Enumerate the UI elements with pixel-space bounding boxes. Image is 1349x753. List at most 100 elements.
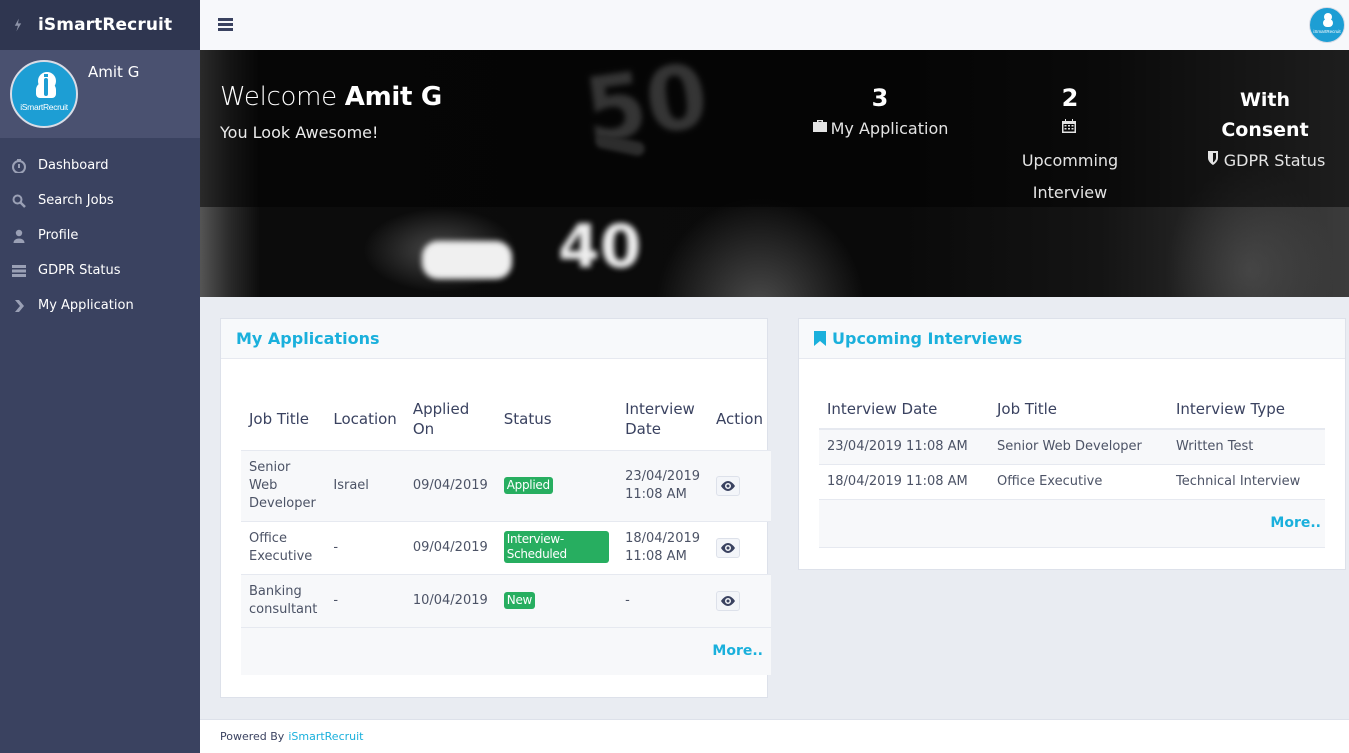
column-header[interactable]: Status — [496, 389, 617, 450]
job-title: Office Executive — [997, 474, 1103, 489]
card-title: My Applications — [236, 329, 380, 348]
sidebar-item-label: My Application — [38, 298, 134, 313]
column-header[interactable]: Location — [325, 389, 404, 450]
welcome-name: Amit G — [344, 82, 442, 112]
welcome-prefix: Welcome — [220, 82, 345, 112]
interview-date: 18/04/2019 11:08 AM — [625, 530, 701, 564]
applied-on: 09/04/2019 — [412, 539, 488, 555]
stat-value: With Consent — [1221, 89, 1309, 141]
calendar-icon — [1061, 113, 1080, 145]
view-application-button[interactable] — [716, 475, 741, 496]
upcoming-interviews-card: Upcoming Interviews Interview Date Job T… — [798, 318, 1346, 570]
welcome-heading: Welcome Amit G — [220, 82, 442, 112]
table-header-row: Interview Date Job Title Interview Type — [819, 389, 1325, 429]
welcome-tagline: You Look Awesome! — [220, 123, 379, 142]
table-row: 23/04/2019 11:08 AM Senior Web Developer… — [819, 429, 1325, 464]
status-badge: Interview-Scheduled — [503, 531, 610, 563]
sidebar-item-label: Dashboard — [38, 158, 109, 173]
stat-label: GDPR Status — [1223, 151, 1326, 170]
user-panel: iSmartRecruit Amit G — [0, 50, 200, 138]
column-header[interactable]: Interview Date — [617, 389, 708, 450]
status-badge: Applied — [503, 476, 553, 494]
user-name: Amit G — [88, 63, 140, 81]
sidebar-item-label: GDPR Status — [38, 263, 121, 278]
sidebar: iSmartRecruit iSmartRecruit Amit G Dashb… — [0, 0, 200, 753]
chevron-right-icon — [12, 299, 26, 313]
stat-my-application[interactable]: 3 My Application — [810, 83, 950, 145]
table-row: Senior Web Developer Israel 09/04/2019 A… — [241, 450, 771, 521]
table-row: Banking consultant - 10/04/2019 New - — [241, 574, 771, 627]
applications-table: Job Title Location Applied On Status Int… — [241, 389, 771, 675]
applied-on: 10/04/2019 — [412, 592, 488, 608]
stat-gdpr-status[interactable]: With Consent GDPR Status — [1195, 85, 1335, 177]
interview-date: 18/04/2019 11:08 AM — [827, 474, 968, 489]
interview-type: Written Test — [1176, 439, 1254, 455]
footer-text: Powered By — [220, 730, 285, 743]
interviews-table: Interview Date Job Title Interview Type … — [819, 389, 1325, 548]
location: Israel — [333, 477, 369, 493]
bolt-icon — [14, 17, 24, 33]
interview-date: - — [625, 592, 630, 608]
eye-icon — [721, 480, 736, 491]
job-title: Office Executive — [249, 530, 313, 564]
avatar[interactable]: iSmartRecruit — [10, 60, 78, 128]
interview-type: Technical Interview — [1176, 474, 1301, 489]
table-row: 18/04/2019 11:08 AM Office Executive Tec… — [819, 464, 1325, 499]
stat-upcoming-interview[interactable]: 2 Upcomming Interview — [1005, 83, 1135, 209]
brand[interactable]: iSmartRecruit — [0, 0, 200, 50]
avatar-logo-text: iSmartRecruit — [20, 102, 68, 112]
sidebar-item-search-jobs[interactable]: Search Jobs — [0, 183, 200, 218]
top-bar: iSmartRecruit — [200, 0, 1349, 50]
stopwatch-icon — [12, 158, 26, 173]
footer: Powered By iSmartRecruit — [200, 719, 1349, 753]
menu-toggle-icon[interactable] — [218, 18, 233, 31]
eye-icon — [721, 542, 736, 553]
sidebar-item-label: Profile — [38, 228, 79, 243]
footer-link[interactable]: iSmartRecruit — [288, 730, 363, 743]
sidebar-item-my-application[interactable]: My Application — [0, 288, 200, 323]
column-header[interactable]: Action — [708, 389, 771, 450]
banner-decoration: 40 — [558, 212, 642, 282]
status-badge: New — [503, 591, 536, 609]
column-header[interactable]: Interview Date — [819, 389, 989, 429]
user-menu-avatar[interactable]: iSmartRecruit — [1309, 7, 1345, 43]
card-header: My Applications — [221, 319, 767, 359]
app-name: iSmartRecruit — [38, 15, 173, 35]
job-title: Banking consultant — [249, 583, 318, 617]
interview-date: 23/04/2019 11:08 AM — [827, 439, 968, 455]
column-header[interactable]: Job Title — [989, 389, 1168, 429]
more-row: More.. — [819, 499, 1325, 547]
sidebar-item-dashboard[interactable]: Dashboard — [0, 148, 200, 183]
stat-value: 2 — [1061, 84, 1079, 112]
interview-date: 23/04/2019 11:08 AM — [625, 468, 701, 502]
stat-value: 3 — [871, 84, 889, 112]
eye-icon — [721, 595, 736, 606]
avatar-logo-text: iSmartRecruit — [1313, 29, 1341, 34]
column-header[interactable]: Interview Type — [1168, 389, 1325, 429]
briefcase-icon — [812, 113, 831, 145]
column-header[interactable]: Job Title — [241, 389, 325, 450]
column-header[interactable]: Applied On — [405, 389, 496, 450]
search-icon — [12, 194, 26, 208]
sidebar-item-gdpr-status[interactable]: GDPR Status — [0, 253, 200, 288]
shield-icon — [1205, 145, 1224, 177]
more-row: More.. — [241, 627, 771, 675]
welcome-banner: 50 40 Welcome Amit G You Look Awesome! 3… — [200, 50, 1349, 297]
sidebar-nav: Dashboard Search Jobs Profile GDPR Statu… — [0, 138, 200, 323]
view-application-button[interactable] — [716, 590, 741, 611]
sidebar-item-profile[interactable]: Profile — [0, 218, 200, 253]
banner-decoration — [422, 241, 512, 279]
user-icon — [12, 229, 26, 243]
bookmark-icon — [814, 331, 826, 346]
view-application-button[interactable] — [716, 537, 741, 558]
location: - — [333, 539, 339, 555]
job-title: Senior Web Developer — [997, 439, 1142, 455]
job-title: Senior Web Developer — [249, 459, 316, 511]
more-applications-link[interactable]: More.. — [712, 643, 763, 659]
sidebar-item-label: Search Jobs — [38, 193, 114, 208]
more-interviews-link[interactable]: More.. — [1270, 515, 1321, 531]
location: - — [333, 592, 339, 608]
card-title: Upcoming Interviews — [832, 329, 1023, 348]
applied-on: 09/04/2019 — [412, 477, 488, 493]
stat-label: Upcomming Interview — [1021, 151, 1119, 202]
